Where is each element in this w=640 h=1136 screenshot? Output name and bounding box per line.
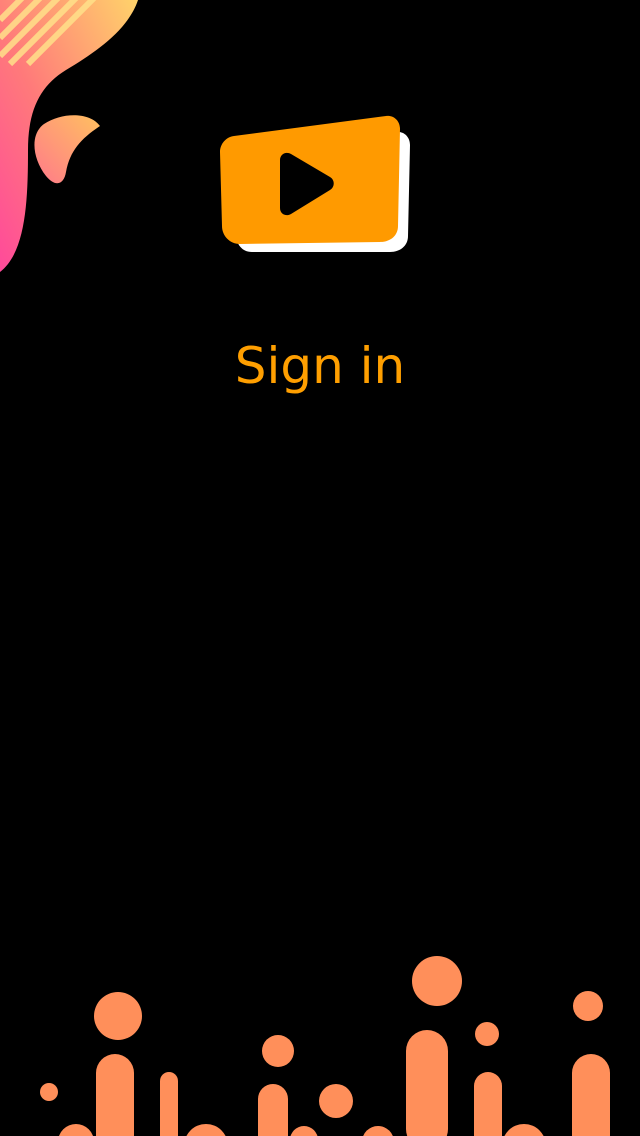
pill [474, 1072, 502, 1136]
dot [363, 1126, 393, 1136]
dot [573, 991, 603, 1021]
pill [406, 1030, 448, 1136]
dot [94, 992, 142, 1040]
gradient-drop-shape [34, 115, 100, 184]
pill [160, 1072, 178, 1136]
pill [96, 1054, 134, 1136]
dot [504, 1124, 544, 1136]
dot [262, 1035, 294, 1067]
dot [475, 1022, 499, 1046]
pill [258, 1084, 288, 1136]
bottom-dots-decoration [40, 956, 610, 1136]
dot [290, 1126, 318, 1136]
dot [40, 1083, 58, 1101]
page-title: Sign in [234, 337, 406, 395]
top-left-decoration [0, 0, 138, 272]
dot [412, 956, 462, 1006]
play-button-icon [220, 115, 410, 252]
dot [319, 1084, 353, 1118]
dot [186, 1124, 226, 1136]
pill [572, 1054, 610, 1136]
dot [59, 1124, 93, 1136]
